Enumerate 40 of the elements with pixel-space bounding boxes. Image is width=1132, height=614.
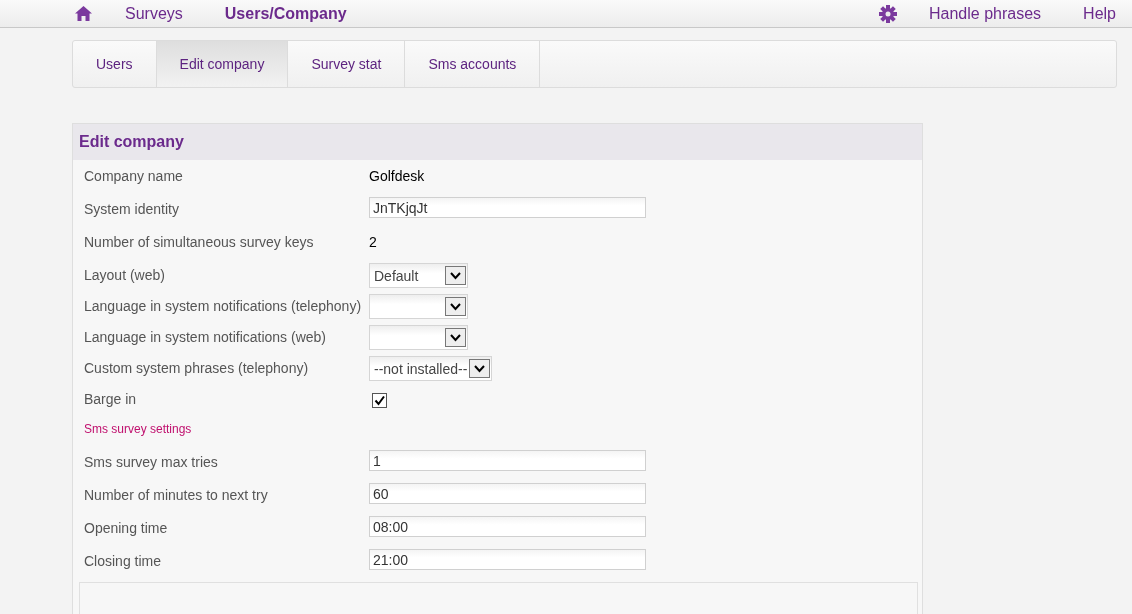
nav-link[interactable]: Users/Company [224, 4, 347, 23]
field-label: Language in system notifications (telephony) [84, 297, 363, 314]
checkbox[interactable] [372, 393, 387, 408]
field-label: Barge in [84, 390, 138, 407]
caret-icon[interactable] [445, 266, 466, 285]
field-label: System identity [84, 200, 180, 217]
field-label: Company name [84, 167, 184, 184]
dropdown[interactable]: --not installed-- [369, 356, 493, 381]
dropdown[interactable] [369, 294, 468, 319]
settings-icon[interactable] [879, 4, 897, 23]
field-label: Sms survey max tries [84, 453, 219, 470]
nav-link[interactable]: Help [1083, 4, 1116, 23]
field-label: Closing time [84, 552, 163, 569]
field-label: Number of simultaneous survey keys [84, 233, 315, 250]
input-field[interactable]: 08:00 [369, 516, 646, 537]
input-field[interactable]: JnTKjqJt [369, 197, 646, 218]
caret-icon[interactable] [469, 359, 491, 378]
field-value: 2 [369, 233, 378, 250]
field-label: Custom system phrases (telephony) [84, 359, 310, 376]
field-label: Number of minutes to next try [84, 486, 269, 503]
dropdown[interactable]: Default [369, 263, 468, 288]
tab[interactable]: Sms accounts [405, 41, 541, 87]
field-label: Opening time [84, 519, 169, 536]
field-label: Layout (web) [84, 266, 166, 283]
panel-title: Edit company [73, 124, 922, 160]
section-heading: Sms survey settings [84, 421, 192, 436]
nav-link[interactable]: Surveys [125, 4, 183, 23]
field-label: Language in system notifications (web) [84, 328, 328, 345]
caret-icon[interactable] [445, 328, 466, 347]
home-icon[interactable] [75, 6, 92, 21]
tab[interactable]: Users [73, 41, 157, 87]
dropdown[interactable] [369, 325, 468, 350]
tab[interactable]: Survey stat [288, 41, 406, 87]
input-field[interactable]: 21:00 [369, 549, 646, 570]
nav-link[interactable]: Handle phrases [929, 4, 1042, 23]
input-field[interactable]: 60 [369, 483, 646, 504]
tab[interactable]: Edit company [156, 41, 289, 87]
field-value: Golfdesk [369, 167, 426, 184]
input-field[interactable]: 1 [369, 450, 646, 471]
caret-icon[interactable] [445, 297, 466, 316]
